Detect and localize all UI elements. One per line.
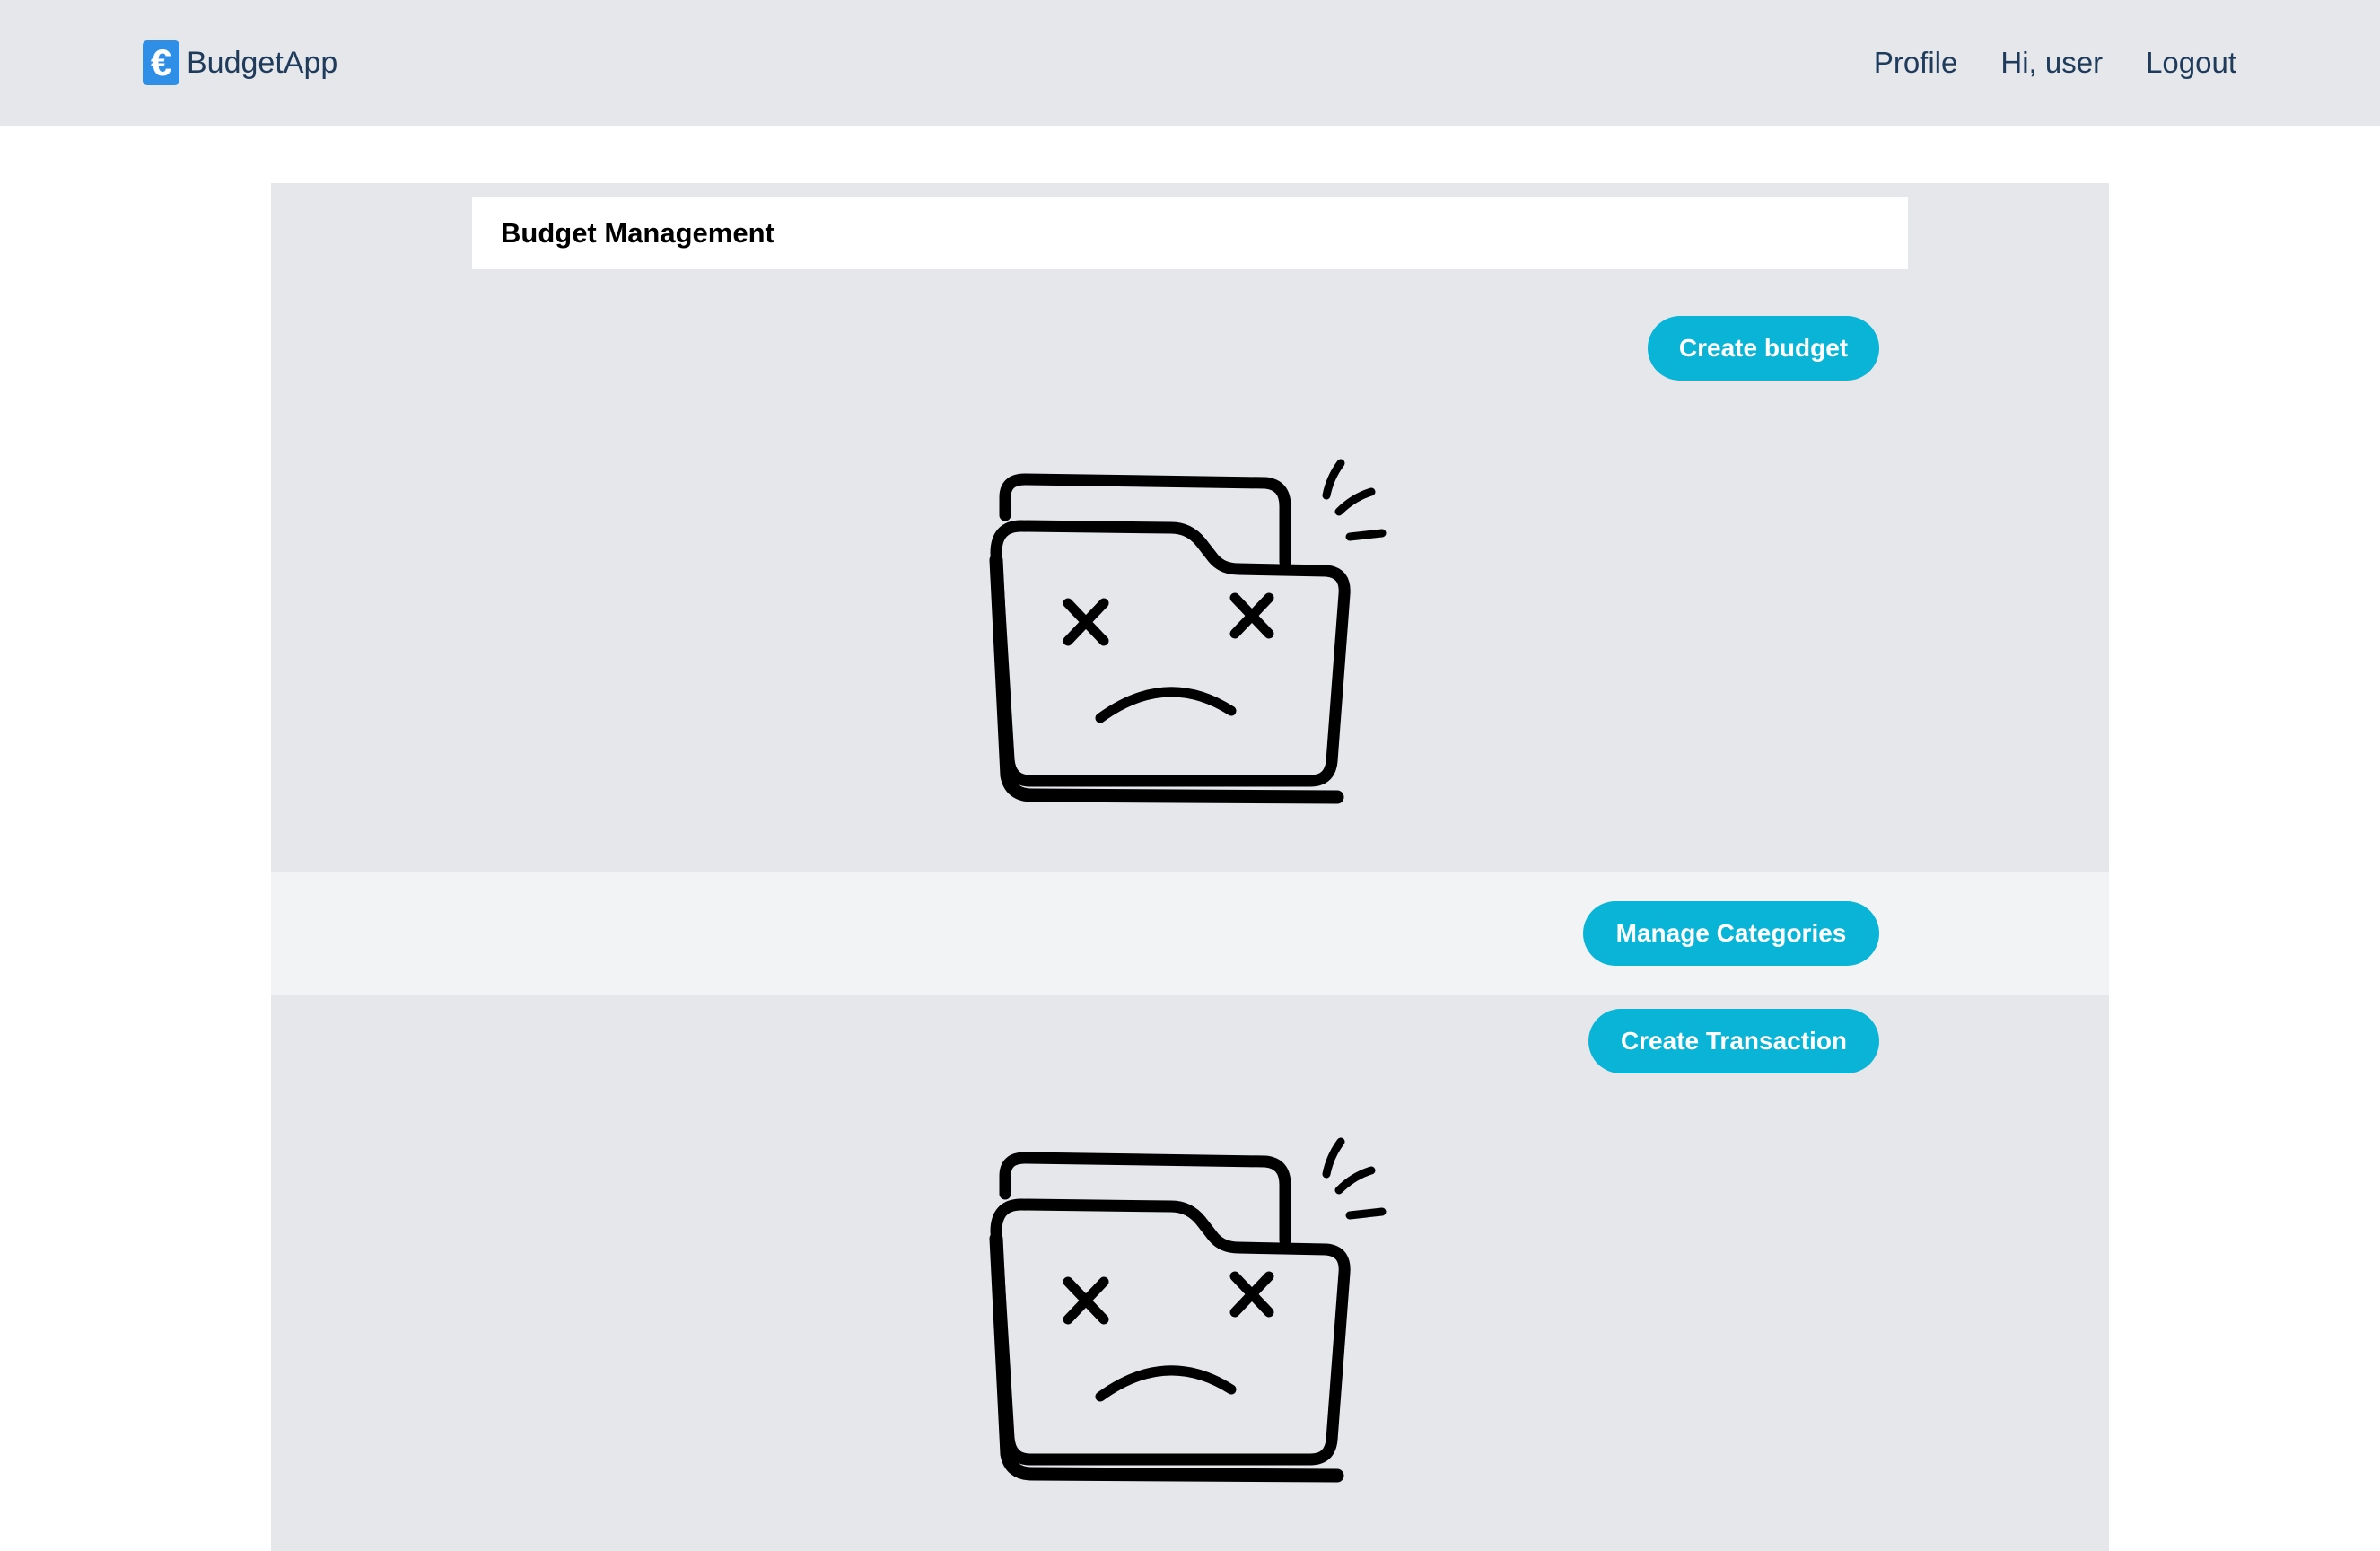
main-content: Budget Management Create budget Manage C…: [271, 183, 2109, 1551]
euro-icon: €: [143, 40, 179, 85]
brand-name: BudgetApp: [187, 45, 338, 80]
page-title-card: Budget Management: [472, 197, 1908, 269]
sad-folder-icon: [989, 1137, 1387, 1483]
create-transaction-button[interactable]: Create Transaction: [1588, 1009, 1879, 1073]
user-greeting: Hi, user: [2000, 46, 2104, 79]
top-navbar: € BudgetApp Profile Hi, user Logout: [0, 0, 2380, 126]
page-title: Budget Management: [501, 217, 774, 249]
nav-link-profile[interactable]: Profile: [1874, 46, 1958, 80]
create-budget-button[interactable]: Create budget: [1648, 316, 1879, 381]
sad-folder-icon: [989, 459, 1387, 804]
brand-logo-link[interactable]: € BudgetApp: [143, 39, 337, 86]
nav-links: Profile Hi, user Logout: [1831, 39, 2236, 86]
categories-section: Manage Categories: [271, 872, 2109, 995]
manage-categories-button[interactable]: Manage Categories: [1583, 901, 1879, 966]
nav-link-logout[interactable]: Logout: [2146, 46, 2236, 80]
